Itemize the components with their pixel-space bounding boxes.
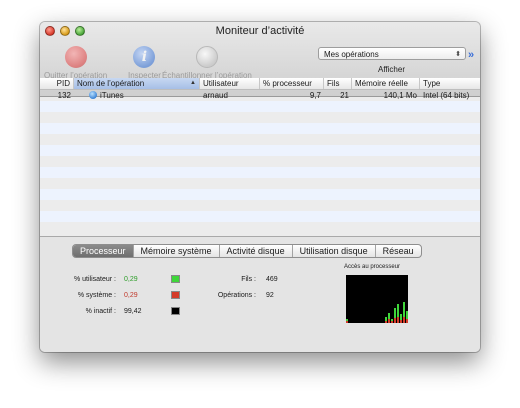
cpu-history-user-segment [391, 319, 393, 321]
cpu-history-bar [385, 317, 387, 323]
column-header-name[interactable]: Nom de l’opération ▲ [74, 78, 200, 89]
user-cell: arnaud [203, 91, 228, 100]
stats-panel: Processeur Mémoire système Activité disq… [40, 236, 480, 352]
cpu-history-bar [394, 308, 396, 323]
cpu-history-bar [397, 304, 399, 323]
column-header-cpu[interactable]: % processeur [260, 78, 324, 89]
threads-value: 469 [266, 276, 278, 283]
stats-tabs: Processeur Mémoire système Activité disq… [72, 244, 422, 258]
threads-cell: 21 [340, 91, 349, 100]
empty-row [40, 123, 480, 134]
idle-percent-label: % inactif : [85, 308, 116, 315]
table-row[interactable]: 132 iTunes arnaud 9,7 21 140,1 Mo Intel … [40, 90, 480, 101]
sample-process-button[interactable]: Échantillonner l’opération [162, 46, 252, 80]
sort-ascending-icon: ▲ [190, 80, 196, 86]
cpu-history-user-segment [388, 313, 390, 319]
cpu-history-bar [388, 313, 390, 323]
cpu-history-system-segment [391, 321, 393, 323]
user-percent-value: 0,29 [124, 276, 138, 283]
cpu-history-system-segment [397, 317, 399, 323]
cpu-history-user-segment [346, 319, 348, 321]
empty-row [40, 211, 480, 222]
cpu-graph-title: Accès au processeur [344, 264, 401, 270]
empty-row [40, 189, 480, 200]
processes-value: 92 [266, 292, 274, 299]
cpu-history-bar [391, 319, 393, 323]
toolbar-overflow-button[interactable]: » [468, 49, 474, 61]
process-list[interactable]: 132 iTunes arnaud 9,7 21 140,1 Mo Intel … [40, 90, 480, 232]
tab-network[interactable]: Réseau [376, 245, 421, 257]
popup-arrows-icon: ⬍ [455, 51, 461, 58]
tab-cpu[interactable]: Processeur [73, 245, 134, 257]
idle-percent-value: 99,42 [124, 308, 142, 315]
processes-label: Opérations : [217, 292, 256, 299]
inspect-button[interactable]: i Inspecter [128, 46, 161, 80]
cpu-history-user-segment [406, 311, 408, 319]
system-percent-label: % système : [77, 292, 116, 299]
tab-system-memory[interactable]: Mémoire système [134, 245, 220, 257]
window-title: Moniteur d’activité [215, 25, 305, 37]
type-cell: Intel (64 bits) [423, 91, 470, 100]
gauge-icon [195, 46, 218, 68]
empty-row [40, 156, 480, 167]
empty-row [40, 178, 480, 189]
cpu-usage-graph [346, 275, 408, 323]
toolbar: Moniteur d’activité Quitter l’opération … [40, 22, 480, 97]
cpu-history-user-segment [397, 304, 399, 317]
cpu-history-system-segment [403, 317, 405, 323]
cpu-history-bar [346, 319, 348, 323]
cpu-history-bar [400, 314, 402, 323]
stop-icon [64, 46, 87, 68]
empty-row [40, 134, 480, 145]
column-header-type[interactable]: Type [420, 78, 480, 89]
system-color-swatch[interactable] [171, 291, 180, 299]
empty-row [40, 200, 480, 211]
itunes-icon [89, 91, 97, 99]
cpu-history-system-segment [406, 319, 408, 323]
tab-disk-activity[interactable]: Activité disque [220, 245, 293, 257]
cpu-history-system-segment [394, 318, 396, 323]
cpu-history-user-segment [385, 317, 387, 321]
cpu-history-user-segment [403, 302, 405, 317]
empty-row [40, 145, 480, 156]
user-color-swatch[interactable] [171, 275, 180, 283]
empty-row [40, 112, 480, 123]
empty-row [40, 222, 480, 233]
cpu-history-system-segment [400, 320, 402, 323]
tab-disk-usage[interactable]: Utilisation disque [293, 245, 376, 257]
empty-row [40, 101, 480, 112]
column-header-threads[interactable]: Fils [324, 78, 352, 89]
column-header-pid[interactable]: PID [40, 78, 74, 89]
system-percent-value: 0,29 [124, 292, 138, 299]
info-icon: i [133, 46, 156, 68]
quit-process-button[interactable]: Quitter l’opération [44, 46, 107, 80]
threads-label: Fils : [241, 276, 256, 283]
cpu-history-user-segment [394, 308, 396, 318]
empty-row [40, 167, 480, 178]
activity-monitor-window: Moniteur d’activité Quitter l’opération … [40, 22, 480, 352]
column-header-name-label: Nom de l’opération [77, 79, 145, 88]
cpu-history-bar [403, 302, 405, 323]
user-percent-label: % utilisateur : [73, 276, 116, 283]
cpu-history-system-segment [385, 321, 387, 323]
show-processes-value: Mes opérations [324, 50, 379, 59]
cpu-history-user-segment [400, 314, 402, 320]
process-name: iTunes [100, 91, 124, 100]
memory-cell: 140,1 Mo [383, 91, 417, 100]
pid-cell: 132 [57, 91, 71, 100]
cpu-history-system-segment [388, 319, 390, 323]
idle-color-swatch[interactable] [171, 307, 180, 315]
show-label: Afficher [378, 65, 405, 74]
name-cell: iTunes [74, 90, 200, 101]
column-header-user[interactable]: Utilisateur [200, 78, 260, 89]
show-processes-popup[interactable]: Mes opérations ⬍ [318, 47, 466, 60]
table-header: PID Nom de l’opération ▲ Utilisateur % p… [40, 78, 480, 90]
cpu-history-bar [406, 311, 408, 323]
cpu-cell: 9,7 [309, 91, 321, 100]
column-header-memory[interactable]: Mémoire réelle [352, 78, 420, 89]
cpu-history-system-segment [346, 321, 348, 323]
